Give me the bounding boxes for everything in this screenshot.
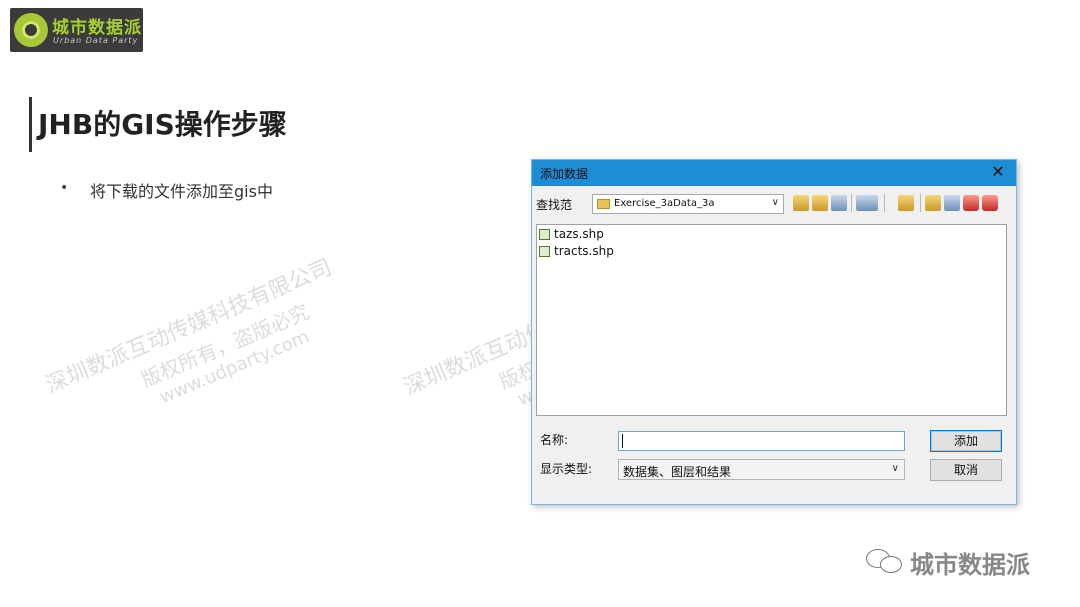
show-type-dropdown[interactable]: 数据集、图层和结果 ∨ bbox=[618, 459, 905, 480]
home-icon[interactable] bbox=[812, 195, 828, 211]
toolbox-icon[interactable] bbox=[963, 195, 979, 211]
add-button[interactable]: 添加 bbox=[930, 430, 1002, 452]
dialog-titlebar[interactable]: 添加数据 ✕ bbox=[532, 160, 1016, 186]
folder-icon bbox=[597, 199, 610, 209]
close-icon[interactable]: ✕ bbox=[988, 162, 1008, 182]
shapefile-icon bbox=[539, 246, 550, 257]
wechat-icon bbox=[866, 545, 906, 575]
new-file-icon[interactable] bbox=[944, 195, 960, 211]
logo-badge-icon bbox=[14, 13, 48, 47]
brand-logo: 城市数据派 Urban Data Party bbox=[10, 8, 143, 52]
database-icon[interactable] bbox=[982, 195, 998, 211]
bullet-text: 将下载的文件添加至gis中 bbox=[90, 182, 273, 201]
connect-folder-icon[interactable] bbox=[831, 195, 847, 211]
text-caret bbox=[622, 434, 623, 448]
look-in-label: 查找范 bbox=[536, 198, 573, 212]
title-accent-bar bbox=[29, 97, 32, 152]
chevron-down-icon: ∨ bbox=[891, 463, 899, 474]
new-folder-icon[interactable] bbox=[925, 195, 941, 211]
slide-title: JHB的GIS操作步骤 bbox=[38, 108, 287, 141]
file-name: tracts.shp bbox=[554, 244, 614, 258]
name-label: 名称: bbox=[540, 433, 569, 447]
file-name: tazs.shp bbox=[554, 227, 604, 241]
toolbar-separator bbox=[851, 194, 852, 212]
cancel-button[interactable]: 取消 bbox=[930, 459, 1002, 481]
footer-brand: 城市数据派 bbox=[910, 551, 1030, 579]
look-in-value: Exercise_3aData_3a bbox=[614, 198, 715, 209]
toolbar-separator bbox=[920, 194, 921, 212]
up-one-level-icon[interactable] bbox=[793, 195, 809, 211]
view-options-icon[interactable] bbox=[856, 195, 878, 211]
wechat-bubble bbox=[880, 556, 902, 573]
name-input[interactable] bbox=[618, 431, 905, 451]
shapefile-icon bbox=[539, 229, 550, 240]
chevron-down-icon: ∨ bbox=[771, 197, 779, 208]
show-type-label: 显示类型: bbox=[540, 462, 593, 476]
toolbar-separator bbox=[884, 194, 885, 212]
show-type-value: 数据集、图层和结果 bbox=[623, 465, 732, 479]
logo-text-en: Urban Data Party bbox=[53, 36, 139, 45]
dialog-title: 添加数据 bbox=[540, 167, 589, 181]
bullet-marker: • bbox=[60, 180, 69, 196]
watermark: 深圳数派互动传媒科技有限公司 版权所有，盗版必究 www.udparty.com bbox=[40, 250, 356, 448]
logo-text-cn: 城市数据派 bbox=[52, 18, 142, 38]
look-in-dropdown[interactable]: Exercise_3aData_3a ∨ bbox=[592, 194, 784, 214]
file-list[interactable]: tazs.shp tracts.shp bbox=[536, 224, 1007, 416]
watermark-url: www.udparty.com bbox=[156, 326, 313, 409]
add-data-dialog: 添加数据 ✕ 查找范 Exercise_3aData_3a ∨ tazs.shp… bbox=[531, 159, 1017, 505]
watermark-rights: 版权所有，盗版必究 bbox=[137, 299, 313, 392]
connect-to-folder-icon[interactable] bbox=[898, 195, 914, 211]
watermark-company: 深圳数派互动传媒科技有限公司 bbox=[42, 255, 336, 399]
